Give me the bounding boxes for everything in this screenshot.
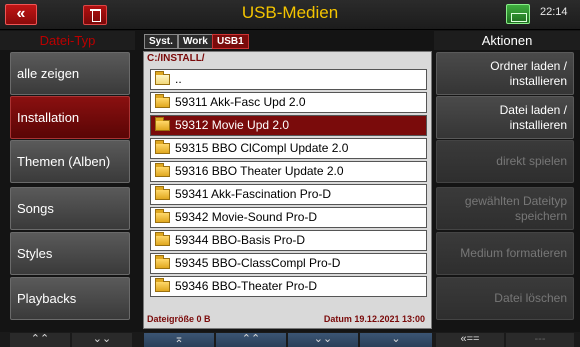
save-file-type-button[interactable]: gewählten Dateityp speichern	[436, 187, 574, 230]
folder-icon	[155, 163, 170, 177]
top-bar: « USB-Medien 22:14	[0, 0, 580, 30]
folder-icon	[155, 186, 170, 200]
list-item[interactable]: 59342 Movie-Sound Pro-D	[150, 207, 427, 228]
double-down-arrow-icon: ⌄⌄	[92, 333, 112, 345]
folder-icon	[155, 140, 170, 154]
scroll-down-button[interactable]: ⌄⌄	[288, 333, 358, 347]
back-nav-button[interactable]: «==	[436, 333, 504, 347]
load-folder-button[interactable]: Ordner laden / installieren	[436, 52, 574, 95]
back-button[interactable]: «	[5, 4, 37, 25]
page-down-icon: ⌄	[391, 333, 401, 345]
list-item[interactable]: 59344 BBO-Basis Pro-D	[150, 230, 427, 251]
clock-time: 22:14	[540, 6, 568, 18]
current-path: C:/INSTALL/	[147, 53, 205, 64]
file-type-albums-button[interactable]: Themen (Alben)	[10, 140, 130, 183]
folder-icon	[155, 278, 170, 292]
page-up-button[interactable]: ⌅	[144, 333, 214, 347]
file-date-label: Datum 19.12.2021 13:00	[323, 314, 425, 324]
file-type-all-button[interactable]: alle zeigen	[10, 52, 130, 95]
list-item[interactable]: 59311 Akk-Fasc Upd 2.0	[150, 92, 427, 113]
double-up-arrow-icon: ⌃⌃	[30, 333, 50, 345]
list-item[interactable]: 59315 BBO ClCompl Update 2.0	[150, 138, 427, 159]
list-item[interactable]: 59341 Akk-Fascination Pro-D	[150, 184, 427, 205]
tab-system[interactable]: Syst.	[144, 34, 178, 49]
folder-icon	[155, 232, 170, 246]
load-file-button[interactable]: Datei laden / installieren	[436, 96, 574, 139]
file-browser: C:/INSTALL/ .. 59311 Akk-Fasc Upd 2.0 59…	[143, 51, 432, 329]
folder-icon	[155, 209, 170, 223]
file-type-installation-button[interactable]: Installation	[10, 96, 130, 139]
format-medium-button[interactable]: Medium formatieren	[436, 232, 574, 275]
open-folder-icon	[155, 71, 170, 85]
blank-button[interactable]: ---	[506, 333, 574, 347]
page-title: USB-Medien	[241, 3, 339, 22]
tab-usb1[interactable]: USB1	[212, 34, 249, 49]
double-left-arrow-icon: «	[16, 5, 26, 22]
folder-icon	[155, 117, 170, 131]
left-scroll-up-button[interactable]: ⌃⌃	[10, 333, 70, 347]
list-item[interactable]: 59346 BBO-Theater Pro-D	[150, 276, 427, 297]
page-down-button[interactable]: ⌄	[360, 333, 432, 347]
tab-work[interactable]: Work	[178, 34, 213, 49]
folder-icon	[155, 255, 170, 269]
page-up-icon: ⌅	[174, 333, 184, 345]
actions-header: Aktionen	[434, 31, 580, 50]
file-type-header: Datei-Typ	[0, 31, 135, 50]
file-size-label: Dateigröße 0 B	[147, 314, 211, 324]
list-item-selected[interactable]: 59312 Movie Upd 2.0	[150, 115, 427, 136]
double-down-arrow-icon: ⌄⌄	[313, 333, 333, 345]
file-type-playbacks-button[interactable]: Playbacks	[10, 277, 130, 320]
folder-icon	[155, 94, 170, 108]
double-up-arrow-icon: ⌃⌃	[241, 333, 261, 345]
list-item[interactable]: 59345 BBO-ClassCompl Pro-D	[150, 253, 427, 274]
file-type-styles-button[interactable]: Styles	[10, 232, 130, 275]
trash-icon[interactable]	[83, 5, 107, 25]
file-type-songs-button[interactable]: Songs	[10, 187, 130, 230]
keyboard-icon[interactable]	[506, 4, 530, 24]
delete-file-button[interactable]: Datei löschen	[436, 277, 574, 320]
list-item[interactable]: 59316 BBO Theater Update 2.0	[150, 161, 427, 182]
list-item-parent[interactable]: ..	[150, 69, 427, 90]
left-scroll-down-button[interactable]: ⌄⌄	[72, 333, 132, 347]
scroll-up-button[interactable]: ⌃⌃	[216, 333, 286, 347]
play-direct-button[interactable]: direkt spielen	[436, 140, 574, 183]
